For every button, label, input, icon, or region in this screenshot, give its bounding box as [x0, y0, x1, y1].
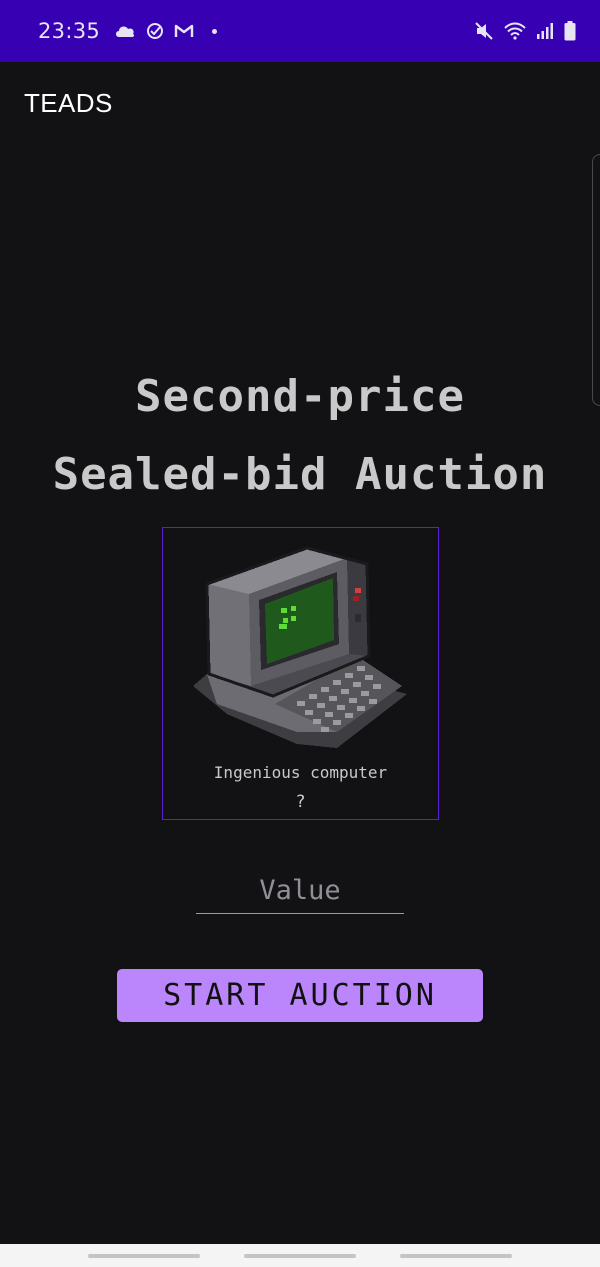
recents-button[interactable] [88, 1254, 200, 1258]
gmail-icon [174, 23, 194, 39]
status-bar: 23:35 [0, 0, 600, 62]
app-title: TEADS [24, 88, 113, 118]
battery-icon [564, 21, 576, 41]
heading-line-2: Sealed-bid Auction [52, 449, 548, 500]
status-left: 23:35 [38, 19, 218, 43]
navigation-bar [0, 1244, 600, 1267]
back-button[interactable] [400, 1254, 512, 1258]
item-price: ? [295, 792, 306, 812]
item-name: Ingenious computer [213, 763, 388, 782]
dot-icon [212, 28, 218, 34]
cloud-icon [114, 24, 136, 38]
home-button[interactable] [244, 1254, 356, 1258]
signal-icon [536, 22, 554, 40]
mute-icon [474, 21, 494, 41]
start-auction-button[interactable]: START AUCTION [117, 969, 483, 1022]
page-heading: Second-price Sealed-bid Auction [0, 358, 600, 514]
auction-item-card: Ingenious computer ? [162, 527, 439, 820]
status-time: 23:35 [38, 19, 101, 43]
pixel-computer-icon [193, 546, 407, 748]
check-circle-icon [146, 22, 164, 40]
wifi-icon [504, 22, 526, 40]
heading-line-1: Second-price [135, 371, 465, 422]
value-input[interactable] [196, 868, 404, 914]
status-right [474, 21, 576, 41]
